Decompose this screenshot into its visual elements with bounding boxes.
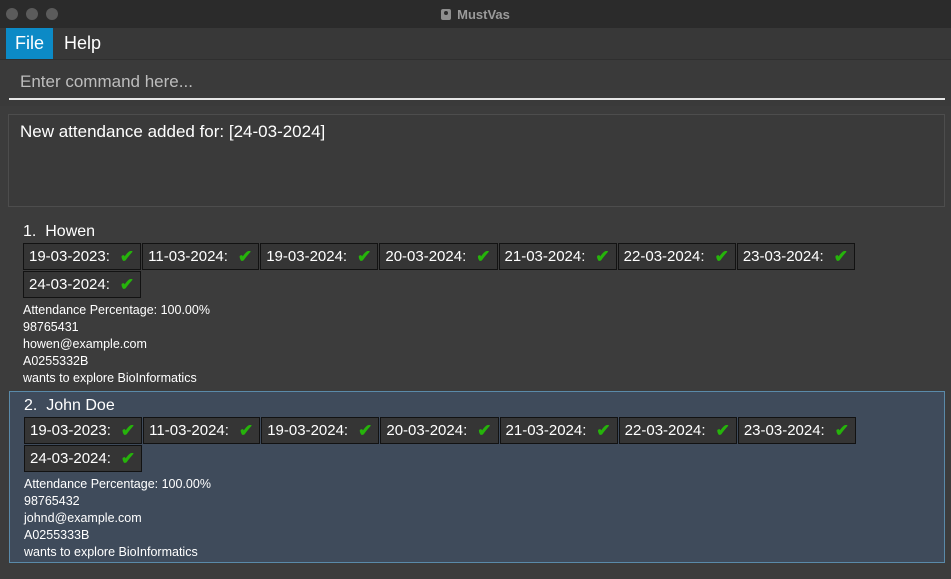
attendance-date: 11-03-2024:: [148, 248, 228, 265]
attendance-date: 23-03-2024:: [742, 248, 824, 265]
attendance-chip: 24-03-2024: ✔: [24, 445, 143, 472]
attendance-list: 19-03-2023: ✔ 11-03-2024: ✔ 19-03-2024: ✔ 2…: [24, 417, 874, 472]
person-header: 1. Howen: [23, 223, 95, 241]
attendance-list: 19-03-2023: ✔ 11-03-2024: ✔ 19-03-2024: ✔ 2…: [23, 243, 873, 298]
check-icon: ✔: [476, 247, 491, 266]
check-icon: ✔: [238, 421, 254, 440]
person-card[interactable]: 1. Howen 19-03-2023: ✔ 11-03-2024: ✔ 19-03…: [9, 218, 945, 390]
check-icon: ✔: [595, 247, 610, 266]
attendance-date: 19-03-2024:: [267, 422, 349, 439]
attendance-chip: 21-03-2024: ✔: [499, 417, 618, 444]
attendance-date: 22-03-2024:: [623, 248, 705, 265]
description: wants to explore BioInformatics: [24, 545, 198, 559]
check-icon: ✔: [120, 421, 136, 440]
window-title-wrap: MustVas: [0, 0, 951, 28]
description: wants to explore BioInformatics: [23, 371, 197, 385]
command-input[interactable]: [9, 66, 945, 100]
attendance-chip: 19-03-2024: ✔: [260, 243, 379, 270]
attendance-chip: 23-03-2024: ✔: [737, 417, 856, 444]
command-box: [0, 60, 951, 106]
menu-bar: File Help: [0, 28, 951, 60]
check-icon: ✔: [833, 247, 848, 266]
attendance-date: 22-03-2024:: [624, 422, 706, 439]
result-display-area: New attendance added for: [24-03-2024]: [0, 106, 951, 210]
check-icon: ✔: [715, 421, 730, 440]
check-icon: ✔: [834, 421, 849, 440]
attendance-chip: 19-03-2023: ✔: [24, 417, 143, 444]
result-message: New attendance added for: [24-03-2024]: [20, 122, 326, 141]
attendance-date: 20-03-2024:: [385, 248, 467, 265]
attendance-chip: 23-03-2024: ✔: [736, 243, 855, 270]
menu-file[interactable]: File: [6, 28, 54, 59]
attendance-date: 24-03-2024:: [29, 276, 110, 293]
attendance-date: 19-03-2023:: [30, 422, 111, 439]
app-icon: [441, 8, 452, 20]
person-index: 2.: [24, 397, 38, 414]
attendance-chip: 11-03-2024: ✔: [143, 417, 261, 444]
attendance-date: 24-03-2024:: [30, 450, 111, 467]
person-list[interactable]: 1. Howen 19-03-2023: ✔ 11-03-2024: ✔ 19-03…: [0, 210, 951, 579]
check-icon: ✔: [119, 247, 135, 266]
attendance-date: 20-03-2024:: [386, 422, 468, 439]
attendance-chip: 19-03-2023: ✔: [23, 243, 142, 270]
person-header: 2. John Doe: [24, 397, 115, 415]
attendance-chip: 20-03-2024: ✔: [379, 243, 498, 270]
title-bar: MustVas: [0, 0, 951, 29]
window-title: MustVas: [457, 6, 510, 22]
attendance-chip: 22-03-2024: ✔: [618, 417, 737, 444]
menu-help[interactable]: Help: [55, 28, 110, 59]
attendance-chip: 24-03-2024: ✔: [23, 271, 142, 298]
person-name: John Doe: [46, 397, 115, 414]
attendance-date: 23-03-2024:: [743, 422, 825, 439]
attendance-date: 21-03-2024:: [504, 248, 586, 265]
attendance-percentage: Attendance Percentage: 100.00%: [23, 303, 210, 317]
phone: 98765432: [24, 494, 80, 508]
attendance-date: 19-03-2023:: [29, 248, 110, 265]
matric-number: A0255333B: [24, 528, 90, 542]
matric-number: A0255332B: [23, 354, 89, 368]
person-card-selected[interactable]: 2. John Doe 19-03-2023: ✔ 11-03-2024: ✔ 19…: [9, 391, 945, 563]
attendance-chip: 22-03-2024: ✔: [617, 243, 736, 270]
check-icon: ✔: [237, 247, 253, 266]
person-name: Howen: [45, 223, 96, 240]
phone: 98765431: [23, 320, 79, 334]
check-icon: ✔: [714, 247, 729, 266]
email: johnd@example.com: [24, 511, 142, 525]
attendance-chip: 11-03-2024: ✔: [142, 243, 260, 270]
check-icon: ✔: [596, 421, 611, 440]
attendance-date: 19-03-2024:: [266, 248, 348, 265]
person-index: 1.: [23, 223, 37, 240]
attendance-chip: 20-03-2024: ✔: [380, 417, 499, 444]
check-icon: ✔: [357, 247, 372, 266]
attendance-chip: 19-03-2024: ✔: [261, 417, 380, 444]
check-icon: ✔: [120, 449, 136, 468]
attendance-chip: 21-03-2024: ✔: [498, 243, 617, 270]
attendance-date: 21-03-2024:: [505, 422, 587, 439]
check-icon: ✔: [358, 421, 373, 440]
check-icon: ✔: [477, 421, 492, 440]
attendance-date: 11-03-2024:: [149, 422, 229, 439]
check-icon: ✔: [119, 275, 135, 294]
email: howen@example.com: [23, 337, 147, 351]
attendance-percentage: Attendance Percentage: 100.00%: [24, 477, 211, 491]
result-display[interactable]: New attendance added for: [24-03-2024]: [8, 114, 945, 207]
